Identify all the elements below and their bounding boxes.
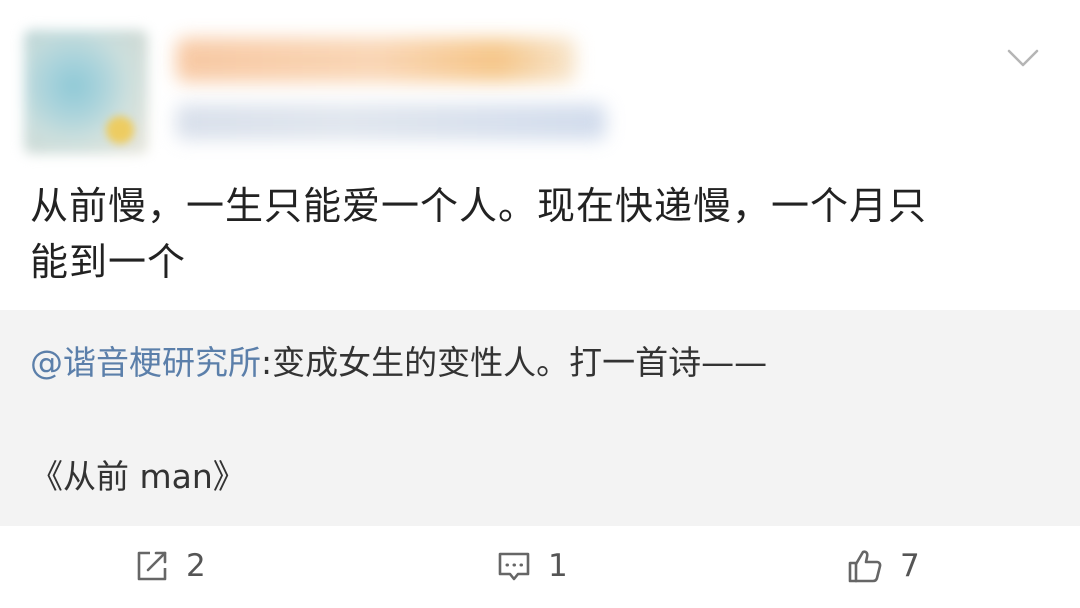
verified-badge-icon (106, 116, 134, 144)
mention-link[interactable]: @谐音梗研究所 (30, 343, 261, 382)
weibo-post-card: 从前慢，一生只能爱一个人。现在快递慢，一个月只 能到一个 @谐音梗研究所:变成女… (0, 0, 1080, 608)
quoted-post-text: @谐音梗研究所:变成女生的变性人。打一首诗—— (30, 340, 767, 386)
post-text-line-2: 能到一个 (30, 240, 187, 284)
action-bar: 2 1 7 (0, 526, 1080, 608)
post-text-line-1: 从前慢，一生只能爱一个人。现在快递慢，一个月只 (30, 184, 928, 228)
comment-count: 1 (548, 548, 568, 584)
comment-icon (498, 552, 530, 581)
author-name-blurred[interactable] (176, 38, 576, 82)
quoted-post-answer: 《从前 man》 (30, 457, 246, 496)
post-text: 从前慢，一生只能爱一个人。现在快递慢，一个月只 能到一个 (30, 178, 1040, 290)
chevron-down-icon[interactable] (1006, 46, 1040, 70)
post-header (0, 0, 1080, 160)
share-button[interactable]: 2 (134, 546, 206, 586)
like-button[interactable]: 7 (846, 546, 920, 586)
like-count: 7 (900, 548, 920, 584)
share-count: 2 (186, 548, 206, 584)
quoted-post[interactable]: @谐音梗研究所:变成女生的变性人。打一首诗—— 《从前 man》 (0, 310, 1080, 526)
thumbs-up-icon (848, 550, 882, 583)
comment-button[interactable]: 1 (496, 546, 568, 586)
post-meta-blurred (176, 104, 606, 140)
quoted-post-body: :变成女生的变性人。打一首诗—— (261, 343, 768, 382)
share-icon (137, 551, 167, 581)
